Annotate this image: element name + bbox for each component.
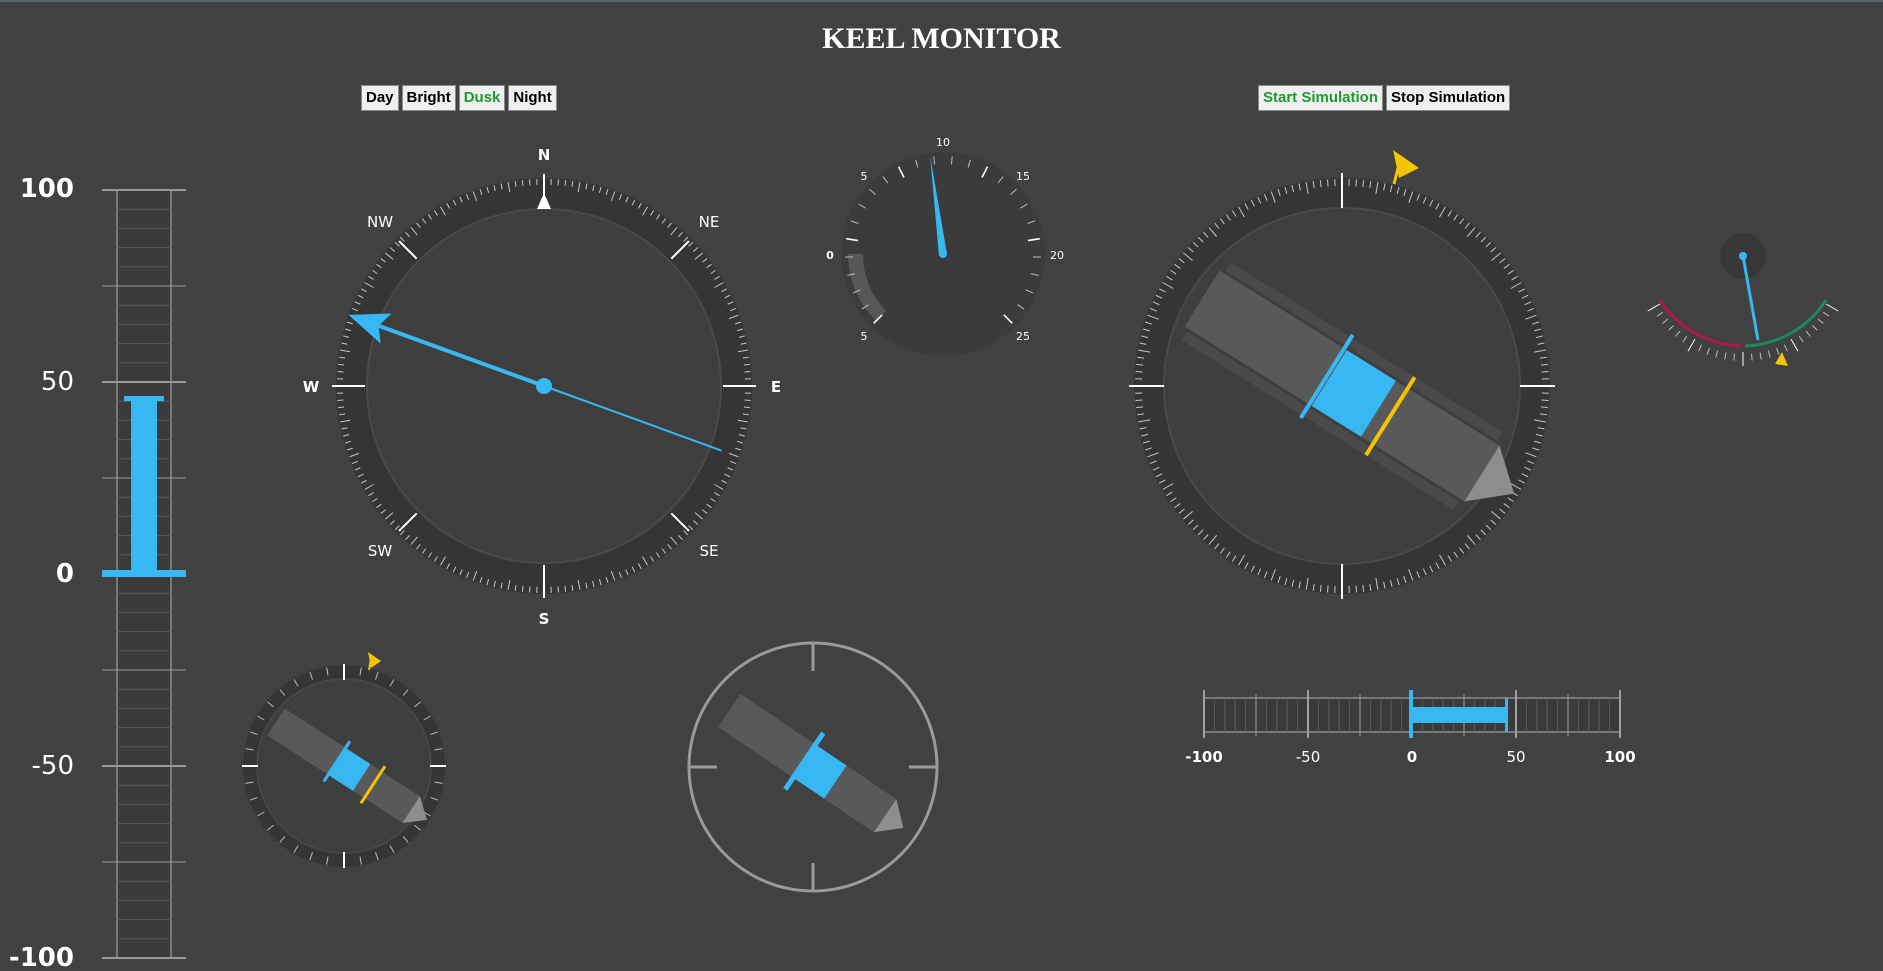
speed-label-15: 15 [1016,170,1030,183]
heel-tick [1751,353,1753,361]
minor-tick [564,585,567,592]
compass-label-sw: SW [368,542,393,560]
speed-label-25: 25 [1016,330,1030,343]
heel-needle-hub [1739,252,1747,260]
vbar-label-100: 100 [20,174,74,204]
heel-tick [1698,344,1703,352]
heel-tick [1783,344,1788,352]
heel-port-arc [1658,299,1742,348]
heel-tick [1647,303,1661,312]
minor-tick [564,180,567,187]
compass-label-e: E [771,378,781,396]
horizontal-bar-gauge: -100 -50 0 50 100 [1185,690,1636,766]
keel-attitude-dial [1129,150,1555,599]
heel-tick [1656,311,1664,317]
hbar-label-100: 100 [1604,748,1635,766]
heel-target-marker [1775,352,1788,366]
heel-tick [1759,352,1762,360]
heel-tick [1822,311,1830,317]
speed-label-20: 20 [1050,249,1064,262]
heel-tick [1776,347,1780,355]
heel-tick [1817,318,1824,324]
minor-tick [521,585,524,592]
speed-label-0: 0 [826,249,834,262]
hbar-label-50: 50 [1506,748,1525,766]
vertical-bar-zero-line [102,570,186,577]
compass-label-se: SE [700,542,719,560]
horizontal-bar-fill [1412,707,1508,723]
hbar-label-0: 0 [1407,748,1417,766]
heel-tick [1733,353,1735,361]
heel-tick [1798,335,1804,343]
minor-tick [743,406,750,409]
instrument-panel: 100 50 0 -50 -100 N E S W NE SE SW NW 0 … [9,136,1839,971]
compass-gauge: N E S W NE SE SW NW [303,146,781,628]
horizontal-bar-value-cap [1505,698,1508,732]
vertical-bar-gauge: 100 50 0 -50 -100 [9,174,186,971]
minor-tick [338,363,345,366]
horizontal-bar-zero-line [1409,690,1413,738]
compass-hub [536,378,552,394]
heel-tick [1724,352,1727,360]
keel-outline-blade [718,693,904,833]
vbar-label-minus-50: -50 [32,751,74,781]
heel-tick [1687,338,1696,352]
minor-tick [743,363,750,366]
speed-dial-gauge: 0 5 10 15 20 25 5 [826,136,1064,356]
heel-tick [1790,338,1799,352]
minor-tick [521,180,524,187]
heel-tick [1825,303,1839,312]
heel-tick [1662,318,1669,324]
speed-label-5-bottom: 5 [861,330,868,343]
vbar-label-50: 50 [41,367,74,397]
compass-label-ne: NE [699,213,720,231]
speed-label-5-top: 5 [861,170,868,183]
vertical-bar-fill [131,397,157,574]
compass-label-nw: NW [367,213,393,231]
compass-label-s: S [539,610,550,628]
vbar-label-minus-100: -100 [9,943,74,971]
heel-tick [1668,324,1675,331]
heel-tick [1706,347,1710,355]
hbar-label-minus-50: -50 [1296,748,1321,766]
speed-label-10: 10 [936,136,950,149]
speed-dial-hub [939,250,947,258]
heel-indicator [1647,233,1839,366]
heel-tick [1805,330,1811,337]
heel-tick [1675,330,1681,337]
compass-label-n: N [538,146,551,164]
keel-outline-dial [687,641,939,893]
heel-tick [1715,350,1719,358]
heel-tick [1811,324,1818,331]
heel-tick [1767,350,1771,358]
vbar-label-0: 0 [56,559,74,589]
vertical-bar-value-cap [124,396,164,401]
small-keel-dial [242,652,446,868]
compass-label-w: W [303,378,320,396]
heel-tick [1682,335,1688,343]
minor-tick [338,406,345,409]
heel-ticks [1647,303,1839,366]
hbar-label-minus-100: -100 [1185,748,1223,766]
